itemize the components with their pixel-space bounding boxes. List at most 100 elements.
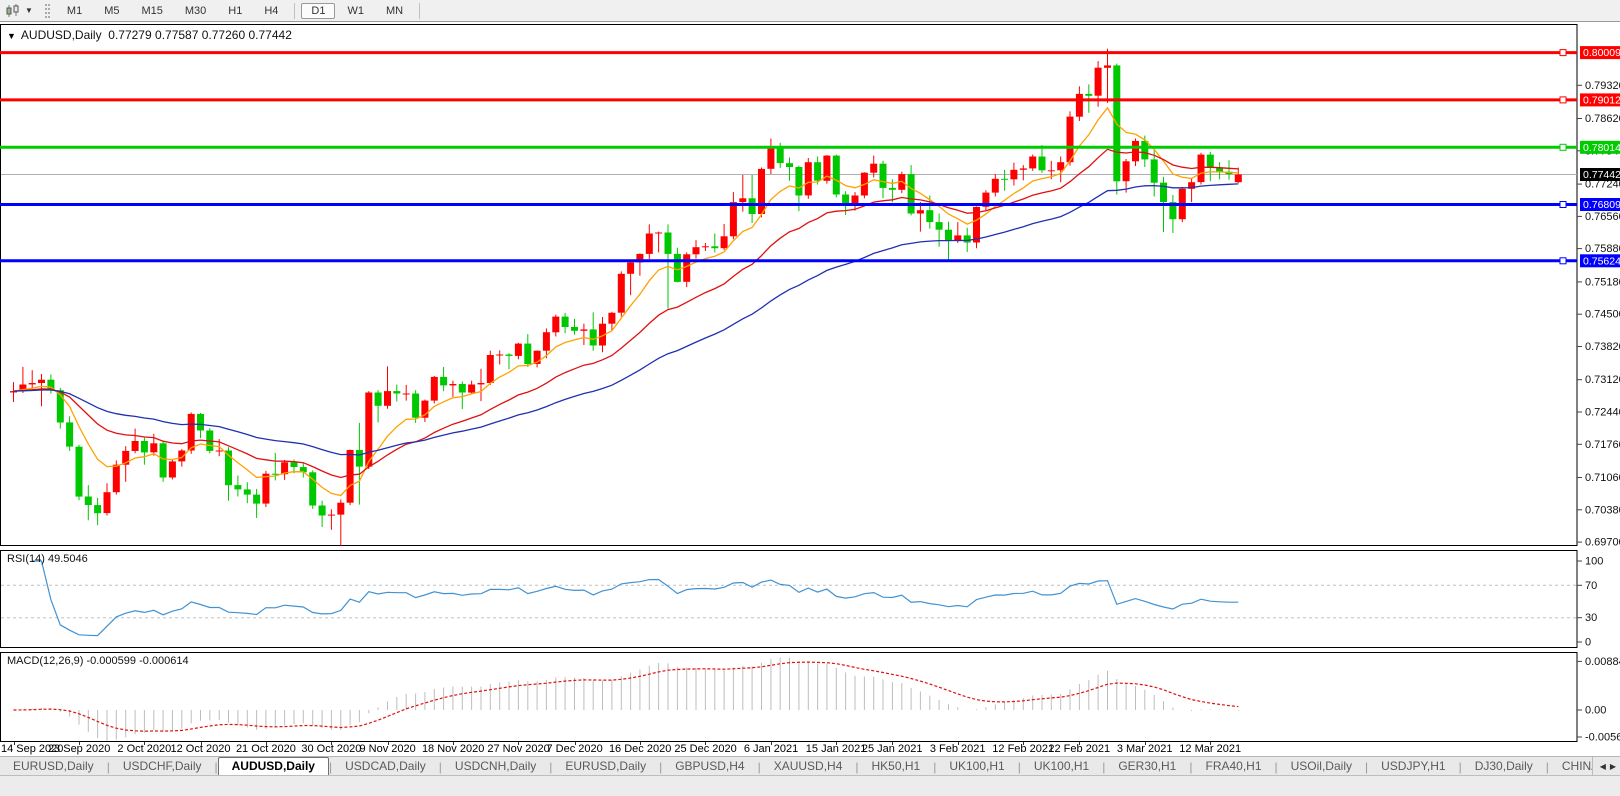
timeframe-button-W1[interactable]: W1: [337, 3, 374, 19]
chart-tab-eurusd-daily[interactable]: EURUSD,Daily: [0, 758, 107, 775]
candle-body: [403, 394, 410, 395]
candle-body: [1235, 175, 1242, 183]
quote-close: 0.77442: [248, 28, 291, 42]
candle-body: [1198, 155, 1205, 183]
chart-tab-usdchf-daily[interactable]: USDCHF,Daily: [110, 758, 215, 775]
chart-tab-usoil-daily[interactable]: USOil,Daily: [1278, 758, 1365, 775]
timeframe-button-H4[interactable]: H4: [254, 3, 288, 19]
y-tick-label: 0.73820: [1585, 341, 1620, 353]
chart-tab-ger30-h1[interactable]: GER30,H1: [1105, 758, 1189, 775]
chart-type-button[interactable]: ▼: [0, 0, 39, 21]
macd-canvas[interactable]: 0.008840.00-0.00565: [0, 652, 1620, 742]
y-tick-label: 0.74500: [1585, 309, 1620, 321]
price-chart-canvas[interactable]: 0.793200.786200.779400.772400.765600.758…: [0, 24, 1620, 546]
line-handle[interactable]: [1560, 202, 1566, 208]
candle-body: [936, 222, 943, 230]
macd-label: MACD(12,26,9) -0.000599 -0.000614: [7, 655, 189, 667]
toolbar-divider: [419, 3, 420, 19]
candle-body: [160, 443, 167, 477]
line-handle[interactable]: [1560, 144, 1566, 150]
chart-tab-china300-h1[interactable]: CHINA300,H1: [1549, 758, 1592, 775]
chart-tab-uk100-h1[interactable]: UK100,H1: [936, 758, 1017, 775]
macd-panel: 0.008840.00-0.00565 MACD(12,26,9) -0.000…: [0, 652, 1620, 742]
candle-body: [758, 169, 765, 214]
tab-scroll-left-icon[interactable]: ◀: [1600, 761, 1606, 773]
date-label: 22 Feb 2021: [1048, 743, 1110, 755]
line-handle[interactable]: [1560, 258, 1566, 264]
date-label: 18 Nov 2020: [422, 743, 484, 755]
tab-scroll-right-icon[interactable]: ▶: [1610, 761, 1616, 773]
timeframe-button-M30[interactable]: M30: [175, 3, 216, 19]
candle-body: [608, 313, 615, 324]
chart-tab-eurusd-daily[interactable]: EURUSD,Daily: [552, 758, 659, 775]
chart-tab-usdcad-daily[interactable]: USDCAD,Daily: [332, 758, 439, 775]
candle-body: [440, 377, 447, 386]
rsi-canvas[interactable]: 10070300: [0, 550, 1620, 648]
candle-body: [347, 450, 354, 503]
candle-body: [1085, 94, 1092, 96]
candle-body: [375, 393, 382, 406]
chart-tab-dj30-daily[interactable]: DJ30,Daily: [1462, 758, 1546, 775]
candle-body: [1123, 161, 1130, 181]
macd-tick-label: -0.00565: [1585, 732, 1620, 743]
candle-body: [1057, 162, 1064, 170]
y-tick-label: 0.79320: [1585, 80, 1620, 92]
y-tick-label: 0.69700: [1585, 537, 1620, 546]
candle-body: [908, 174, 915, 213]
candle-body: [328, 515, 335, 516]
date-label: 25 Jan 2021: [862, 743, 923, 755]
candle-body: [889, 188, 896, 190]
candle-body: [459, 384, 466, 393]
chart-tab-hk50-h1[interactable]: HK50,H1: [859, 758, 934, 775]
candle-body: [113, 465, 120, 493]
candle-body: [777, 147, 784, 163]
date-label: 9 Nov 2020: [360, 743, 416, 755]
symbol-name: AUDUSD,Daily: [21, 28, 102, 42]
tab-scroll-arrows: ◀ ▶: [1592, 757, 1620, 776]
candle-body: [234, 485, 241, 489]
status-strip: [0, 775, 1620, 796]
line-handle[interactable]: [1560, 97, 1566, 103]
chart-tab-fra40-h1[interactable]: FRA40,H1: [1192, 758, 1274, 775]
chart-tab-audusd-daily[interactable]: AUDUSD,Daily: [218, 757, 329, 776]
candle-body: [515, 344, 522, 356]
chart-tab-usdjpy-h1[interactable]: USDJPY,H1: [1368, 758, 1458, 775]
candle-body: [1132, 141, 1139, 161]
chart-tab-uk100-h1[interactable]: UK100,H1: [1021, 758, 1102, 775]
rsi-tick-label: 30: [1585, 612, 1597, 624]
candle-body: [683, 254, 690, 281]
date-label: 2 Oct 2020: [117, 743, 171, 755]
chart-tab-gbpusd-h4[interactable]: GBPUSD,H4: [662, 758, 757, 775]
toolbar-grip[interactable]: [45, 4, 50, 18]
candle-body: [749, 198, 756, 214]
macd-tick-label: 0.00884: [1585, 656, 1620, 668]
candle-body: [767, 147, 774, 169]
date-label: 12 Oct 2020: [171, 743, 231, 755]
candle-body: [618, 274, 625, 313]
timeframe-button-M1[interactable]: M1: [57, 3, 92, 19]
timeframe-button-H1[interactable]: H1: [218, 3, 252, 19]
candle-body: [104, 492, 111, 513]
rsi-tick-label: 100: [1585, 556, 1603, 568]
timeframe-button-M15[interactable]: M15: [131, 3, 172, 19]
date-label: 25 Dec 2020: [674, 743, 736, 755]
price-badge-label: 0.75624: [1583, 255, 1620, 267]
main-chart-panel: 0.793200.786200.779400.772400.765600.758…: [0, 24, 1620, 546]
time-axis[interactable]: 14 Sep 202023 Sep 20202 Oct 202012 Oct 2…: [0, 742, 1620, 756]
line-handle[interactable]: [1560, 50, 1566, 56]
candle-body: [94, 505, 101, 513]
timeframe-button-M5[interactable]: M5: [94, 3, 129, 19]
chart-tab-xauusd-h4[interactable]: XAUUSD,H4: [761, 758, 856, 775]
candle-body: [1029, 157, 1036, 169]
timeframe-button-D1[interactable]: D1: [301, 3, 335, 19]
date-label: 21 Oct 2020: [236, 743, 296, 755]
candle-body: [721, 236, 728, 248]
date-label: 23 Sep 2020: [48, 743, 110, 755]
candle-body: [412, 394, 419, 418]
candle-body: [337, 503, 344, 515]
chart-tab-usdcnh-daily[interactable]: USDCNH,Daily: [442, 758, 549, 775]
timeframe-button-MN[interactable]: MN: [376, 3, 413, 19]
rsi-border: [1, 551, 1578, 648]
candle-body: [693, 247, 700, 254]
quote-high: 0.77587: [155, 28, 198, 42]
